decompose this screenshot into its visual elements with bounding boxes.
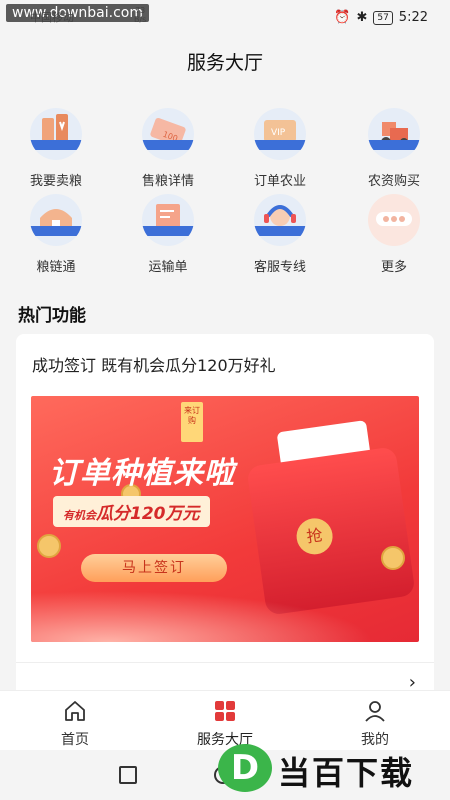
carrier-label: 中国移动 — [30, 11, 74, 24]
grid-icon — [215, 701, 235, 721]
tractor-icon — [368, 108, 420, 160]
ticket-icon: 100 — [142, 108, 194, 160]
page-title: 服务大厅 — [186, 52, 263, 74]
tab-home[interactable]: 首页 — [0, 691, 150, 751]
service-sell-grain[interactable]: 我要卖粮 — [6, 100, 106, 189]
promo-card-title: 成功签订 既有机会瓜分120万好礼 — [32, 356, 276, 375]
document-icon — [142, 194, 194, 246]
watermark-logo: D 当百下载 — [218, 742, 446, 794]
coin-icon — [37, 534, 61, 558]
battery-icon: 57 — [373, 10, 393, 25]
sign-now-button[interactable]: 马上签订 — [81, 554, 227, 582]
tab-bar: 首页 服务大厅 我的 — [0, 690, 450, 750]
service-grain-details[interactable]: 100 售粮详情 — [118, 100, 218, 189]
service-grain-chain[interactable]: 粮链通 — [6, 186, 106, 275]
recent-apps-icon[interactable] — [119, 766, 137, 784]
coin-icon — [381, 546, 405, 570]
home-icon — [65, 701, 85, 721]
bluetooth-icon: ✱ — [356, 10, 368, 25]
clock-time: 5:22 — [398, 10, 428, 25]
banner-clouds — [31, 582, 419, 642]
service-order-agriculture[interactable]: VIP 订单农业 — [230, 100, 330, 189]
section-title-hot: 热门功能 — [18, 306, 86, 326]
customer-service-icon — [254, 194, 306, 246]
logo-text: 当百下载 — [278, 754, 415, 792]
watermark-url: www.downbai.com — [6, 4, 149, 22]
logo-d-icon: D — [218, 744, 272, 792]
banner-tag: 来订购 — [181, 402, 203, 442]
vip-card-icon: VIP — [254, 108, 306, 160]
service-customer-hotline[interactable]: 客服专线 — [230, 186, 330, 275]
user-icon — [365, 701, 385, 722]
service-farm-supplies[interactable]: 农资购买 — [344, 100, 444, 189]
divider — [16, 662, 434, 663]
more-icon — [368, 194, 420, 246]
banner-heading: 订单种植来啦 — [49, 456, 235, 491]
network-speed: 73 B/s — [134, 6, 147, 24]
alarm-icon: ⏰ — [334, 10, 351, 25]
promo-card[interactable]: 成功签订 既有机会瓜分120万好礼 来订购 抢 订单种植来啦 有机会瓜分120万… — [16, 334, 434, 706]
banner-subheading: 有机会瓜分120万元 — [53, 496, 210, 527]
promo-banner[interactable]: 来订购 抢 订单种植来啦 有机会瓜分120万元 马上签订 — [31, 396, 419, 642]
service-transport[interactable]: 运输单 — [118, 186, 218, 275]
service-grid: 我要卖粮 100 售粮详情 VIP 订单农业 农资购买 粮链通 运输单 客服专线… — [0, 100, 450, 282]
service-more[interactable]: 更多 — [344, 186, 444, 275]
warehouse-icon — [30, 194, 82, 246]
status-bar: www.downbai.com 中国移动 73 B/s ⏰ ✱ 57 5:22 — [0, 0, 450, 36]
svg-text:VIP: VIP — [271, 128, 286, 138]
status-icons: ⏰ ✱ 57 5:22 — [334, 10, 428, 25]
grain-silo-icon — [30, 108, 82, 160]
